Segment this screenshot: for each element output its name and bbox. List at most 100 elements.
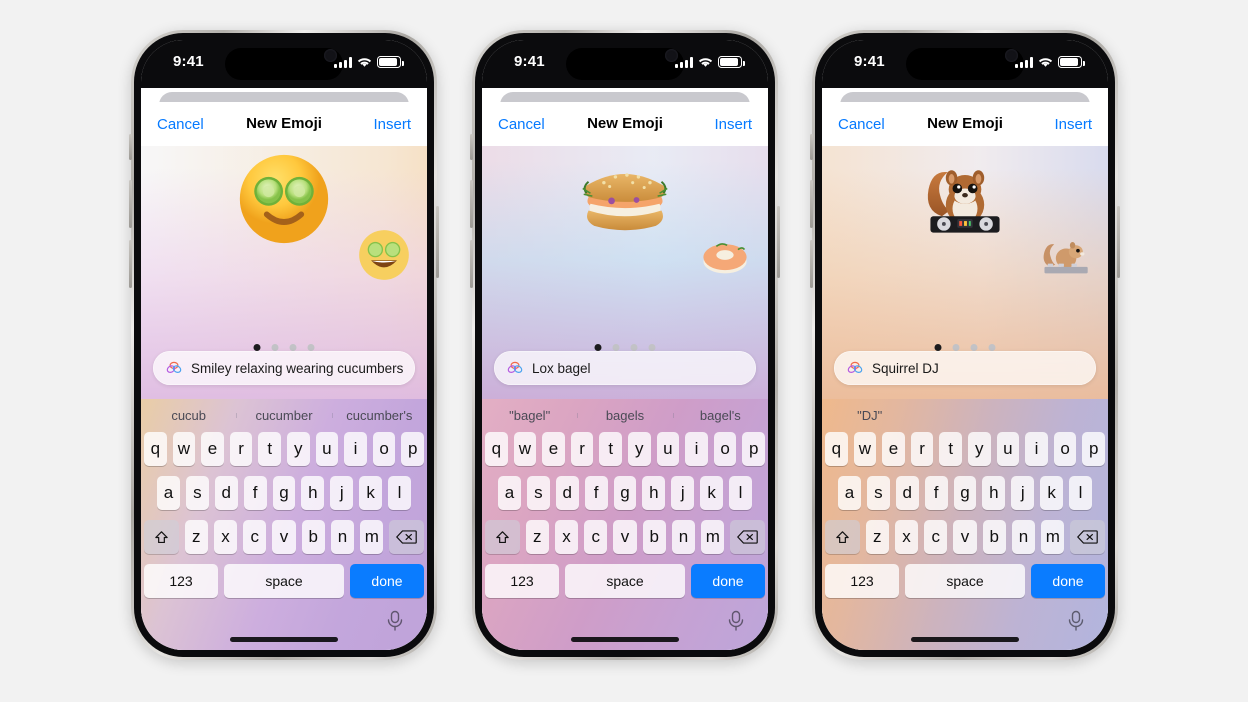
key-n[interactable]: n: [671, 520, 696, 554]
volume-down-button[interactable]: [129, 240, 132, 288]
key-f[interactable]: f: [584, 476, 608, 510]
key-m[interactable]: m: [360, 520, 384, 554]
key-p[interactable]: p: [1082, 432, 1105, 466]
key-h[interactable]: h: [301, 476, 325, 510]
key-p[interactable]: p: [401, 432, 424, 466]
microphone-icon[interactable]: [1066, 610, 1086, 632]
prompt-input[interactable]: Lox bagel: [494, 351, 756, 385]
microphone-icon[interactable]: [385, 610, 405, 632]
key-t[interactable]: t: [939, 432, 962, 466]
key-l[interactable]: l: [388, 476, 412, 510]
key-o[interactable]: o: [713, 432, 737, 466]
key-y[interactable]: y: [628, 432, 651, 466]
prediction-1[interactable]: "bagel": [482, 408, 577, 423]
page-dot[interactable]: [612, 344, 620, 351]
prompt-input[interactable]: Squirrel DJ: [834, 351, 1096, 385]
key-q[interactable]: q: [144, 432, 167, 466]
key-w[interactable]: w: [853, 432, 877, 466]
key-u[interactable]: u: [656, 432, 680, 466]
key-a[interactable]: a: [838, 476, 861, 510]
key-i[interactable]: i: [344, 432, 367, 466]
emoji-squirrel-dj-side[interactable]: [1038, 228, 1092, 291]
key-g[interactable]: g: [953, 476, 977, 510]
emoji-open-lox-bagel[interactable]: [698, 228, 752, 291]
page-dot[interactable]: [970, 344, 978, 351]
page-dot[interactable]: [253, 344, 261, 351]
key-c[interactable]: c: [584, 520, 608, 554]
key-t[interactable]: t: [258, 432, 281, 466]
page-dot[interactable]: [271, 344, 279, 351]
space-key[interactable]: space: [565, 564, 685, 598]
prediction-2[interactable]: cucumber: [236, 408, 331, 423]
key-k[interactable]: k: [1040, 476, 1064, 510]
key-o[interactable]: o: [1053, 432, 1077, 466]
page-dot[interactable]: [630, 344, 638, 351]
key-p[interactable]: p: [742, 432, 765, 466]
prediction-3[interactable]: bagel's: [672, 408, 768, 423]
key-o[interactable]: o: [372, 432, 396, 466]
key-b[interactable]: b: [642, 520, 666, 554]
page-dot[interactable]: [648, 344, 656, 351]
key-l[interactable]: l: [1069, 476, 1093, 510]
shift-arrow-icon[interactable]: [485, 520, 520, 554]
key-h[interactable]: h: [642, 476, 666, 510]
page-indicator[interactable]: [253, 344, 315, 351]
cancel-button[interactable]: Cancel: [157, 116, 204, 133]
volume-up-button[interactable]: [470, 180, 473, 228]
microphone-icon[interactable]: [726, 610, 746, 632]
volume-down-button[interactable]: [470, 240, 473, 288]
insert-button[interactable]: Insert: [373, 116, 411, 133]
home-indicator[interactable]: [230, 637, 338, 642]
emoji-lox-bagel[interactable]: [577, 151, 673, 262]
key-r[interactable]: r: [910, 432, 934, 466]
space-key[interactable]: space: [905, 564, 1025, 598]
key-r[interactable]: r: [229, 432, 253, 466]
key-b[interactable]: b: [301, 520, 325, 554]
page-dot[interactable]: [289, 344, 297, 351]
key-s[interactable]: s: [866, 476, 890, 510]
key-b[interactable]: b: [982, 520, 1006, 554]
key-i[interactable]: i: [1025, 432, 1048, 466]
silent-switch[interactable]: [470, 134, 473, 160]
key-l[interactable]: l: [729, 476, 753, 510]
key-m[interactable]: m: [701, 520, 725, 554]
numbers-key[interactable]: 123: [825, 564, 899, 598]
key-m[interactable]: m: [1041, 520, 1065, 554]
key-s[interactable]: s: [526, 476, 550, 510]
done-key[interactable]: done: [1031, 564, 1105, 598]
page-dot[interactable]: [594, 344, 602, 351]
key-n[interactable]: n: [330, 520, 355, 554]
key-g[interactable]: g: [272, 476, 296, 510]
key-y[interactable]: y: [968, 432, 991, 466]
key-c[interactable]: c: [243, 520, 267, 554]
page-dot[interactable]: [952, 344, 960, 351]
prediction-2[interactable]: bagels: [577, 408, 672, 423]
shift-arrow-icon[interactable]: [144, 520, 179, 554]
key-j[interactable]: j: [1011, 476, 1035, 510]
key-d[interactable]: d: [214, 476, 238, 510]
key-v[interactable]: v: [272, 520, 296, 554]
insert-button[interactable]: Insert: [1054, 116, 1092, 133]
prediction-1[interactable]: "DJ": [822, 408, 917, 423]
key-t[interactable]: t: [599, 432, 622, 466]
key-c[interactable]: c: [924, 520, 948, 554]
page-indicator[interactable]: [934, 344, 996, 351]
prediction-1[interactable]: cucub: [141, 408, 236, 423]
shift-arrow-icon[interactable]: [825, 520, 860, 554]
power-button[interactable]: [1117, 206, 1120, 278]
page-dot[interactable]: [934, 344, 942, 351]
key-x[interactable]: x: [213, 520, 238, 554]
key-s[interactable]: s: [185, 476, 209, 510]
cancel-button[interactable]: Cancel: [498, 116, 545, 133]
key-e[interactable]: e: [882, 432, 905, 466]
key-x[interactable]: x: [554, 520, 579, 554]
done-key[interactable]: done: [350, 564, 424, 598]
page-dot[interactable]: [988, 344, 996, 351]
key-z[interactable]: z: [525, 520, 549, 554]
key-u[interactable]: u: [996, 432, 1020, 466]
cancel-button[interactable]: Cancel: [838, 116, 885, 133]
backspace-delete-icon[interactable]: [389, 520, 424, 554]
key-v[interactable]: v: [613, 520, 637, 554]
silent-switch[interactable]: [810, 134, 813, 160]
key-q[interactable]: q: [825, 432, 848, 466]
